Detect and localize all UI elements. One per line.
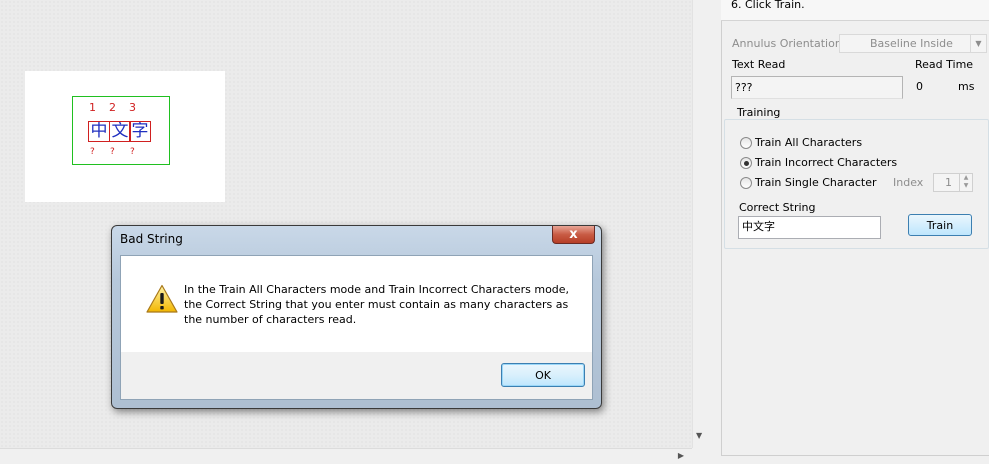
char-result-3: ?: [130, 147, 135, 157]
text-read-field: ???: [731, 76, 903, 99]
dialog-body: In the Train All Characters mode and Tra…: [120, 255, 593, 352]
message-line-1: In the Train All Characters mode and Tra…: [184, 283, 570, 296]
scroll-right-icon[interactable]: ▶: [678, 451, 684, 460]
char-result-2: ?: [110, 147, 115, 157]
vertical-scrollbar[interactable]: ▼: [692, 0, 707, 448]
stepper-buttons[interactable]: ▲ ▼: [959, 174, 972, 191]
correct-string-label: Correct String: [739, 201, 816, 214]
training-group-title: Training: [734, 106, 784, 119]
close-icon[interactable]: x: [552, 226, 595, 244]
dialog-message: In the Train All Characters mode and Tra…: [184, 282, 579, 327]
annulus-orientation-select[interactable]: Baseline Inside ▼: [839, 34, 987, 53]
chevron-down-icon[interactable]: ▼: [960, 182, 972, 190]
radio-button[interactable]: [740, 177, 752, 189]
char-box-2: 文: [109, 121, 131, 142]
text-read-value: ???: [735, 81, 753, 94]
dialog-title: Bad String: [120, 232, 183, 246]
scroll-down-icon[interactable]: ▼: [696, 431, 702, 440]
bad-string-dialog: Bad String x In the Train All Characters…: [111, 225, 602, 409]
index-value: 1: [945, 176, 952, 189]
horizontal-scrollbar[interactable]: ▶: [0, 448, 692, 464]
char-box-1: 中: [88, 121, 110, 142]
ocr-region-of-interest[interactable]: 1 2 3 中 文 字 ? ? ?: [72, 96, 170, 165]
chevron-up-icon[interactable]: ▲: [960, 174, 972, 182]
read-time-value: 0: [916, 80, 923, 93]
annulus-orientation-label: Annulus Orientation: [732, 37, 842, 50]
read-time-unit: ms: [958, 80, 975, 93]
instruction-box: 6. Click Train.: [721, 0, 989, 21]
text-read-label: Text Read: [732, 58, 786, 71]
annulus-orientation-value: Baseline Inside: [870, 37, 953, 50]
correct-string-input[interactable]: [739, 217, 876, 235]
step-instruction: 6. Click Train.: [731, 0, 805, 11]
char-box-3: 字: [129, 121, 151, 142]
index-label: Index: [893, 176, 924, 189]
image-view[interactable]: 1 2 3 中 文 字 ? ? ?: [25, 71, 225, 202]
char-index-3: 3: [129, 101, 136, 114]
dialog-footer: OK: [120, 352, 593, 400]
char-index-1: 1: [89, 101, 96, 114]
scrollbar-corner: [692, 448, 706, 463]
radio-label: Train Single Character: [755, 176, 877, 189]
correct-string-field[interactable]: [738, 216, 881, 239]
radio-button[interactable]: [740, 137, 752, 149]
radio-label: Train All Characters: [755, 136, 863, 149]
index-stepper[interactable]: 1 ▲ ▼: [933, 173, 973, 192]
char-result-1: ?: [90, 147, 95, 157]
read-time-label: Read Time: [915, 58, 974, 71]
warning-icon: [146, 284, 178, 313]
char-index-2: 2: [109, 101, 116, 114]
ok-button[interactable]: OK: [501, 363, 585, 387]
message-line-2: the Correct String that you enter must c…: [184, 298, 569, 311]
train-button[interactable]: Train: [908, 214, 972, 236]
radio-button-selected[interactable]: [740, 157, 752, 169]
chevron-down-icon[interactable]: ▼: [970, 35, 986, 52]
message-line-3: the number of characters read.: [184, 313, 357, 326]
radio-label: Train Incorrect Characters: [755, 156, 898, 169]
